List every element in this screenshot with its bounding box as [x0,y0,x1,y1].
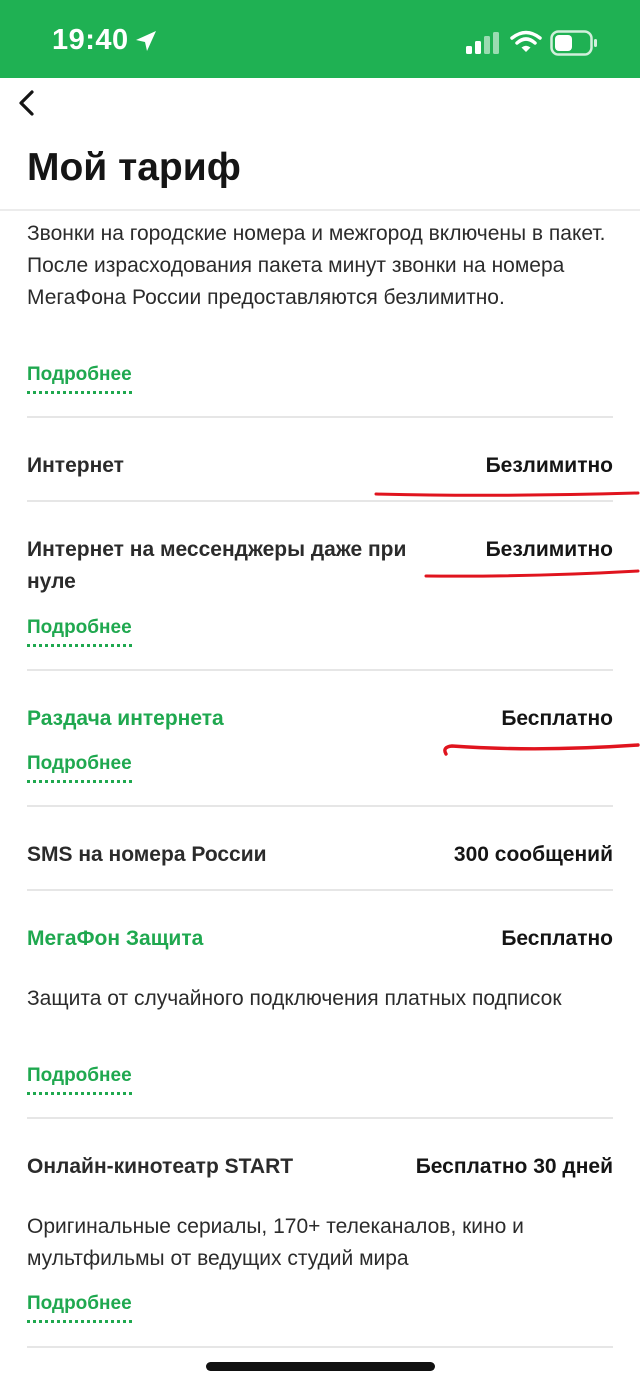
protection-value: Бесплатно [501,927,613,950]
start-cinema-more-link[interactable]: Подробнее [27,1293,132,1323]
divider [27,889,613,891]
status-bar: 19:40 [0,0,640,78]
messengers-more-link[interactable]: Подробнее [27,617,132,647]
start-cinema-description: Оригинальные сериалы, 170+ телеканалов, … [27,1215,524,1270]
start-cinema-label: Онлайн-кинотеатр START [27,1155,294,1178]
cellular-signal-icon [466,32,499,54]
protection-description: Защита от случайного подключения платных… [27,987,562,1010]
messengers-internet-label: Интернет на мессенджеры даже при нуле [27,538,407,593]
start-cinema-value: Бесплатно 30 дней [415,1155,613,1178]
tethering-label[interactable]: Раздача интернета [27,703,224,735]
tethering-value: Бесплатно [501,707,613,730]
red-underline-mark [374,491,640,497]
internet-value: Безлимитно [485,454,613,477]
sms-value: 300 сообщений [453,843,613,866]
back-button[interactable] [12,86,46,120]
divider [27,1117,613,1119]
location-arrow-icon [136,31,156,51]
divider [27,1346,613,1348]
protection-label[interactable]: МегаФон Защита [27,923,203,955]
divider [27,416,613,418]
divider [27,669,613,671]
divider [27,500,613,502]
battery-icon [550,30,597,56]
divider [27,805,613,807]
header-divider [0,209,640,211]
internet-label: Интернет [27,454,124,477]
home-indicator[interactable] [206,1362,435,1371]
messengers-internet-value: Безлимитно [485,538,613,561]
wifi-icon [510,30,542,52]
calls-more-link[interactable]: Подробнее [27,364,132,394]
sms-label: SMS на номера России [27,843,267,866]
red-underline-mark [424,569,640,578]
calls-description: Звонки на городские номера и межгород вк… [27,222,606,309]
red-underline-mark [443,743,640,756]
page-title: Мой тариф [27,146,241,189]
protection-more-link[interactable]: Подробнее [27,1065,132,1095]
tethering-more-link[interactable]: Подробнее [27,753,132,783]
status-time: 19:40 [52,24,129,56]
